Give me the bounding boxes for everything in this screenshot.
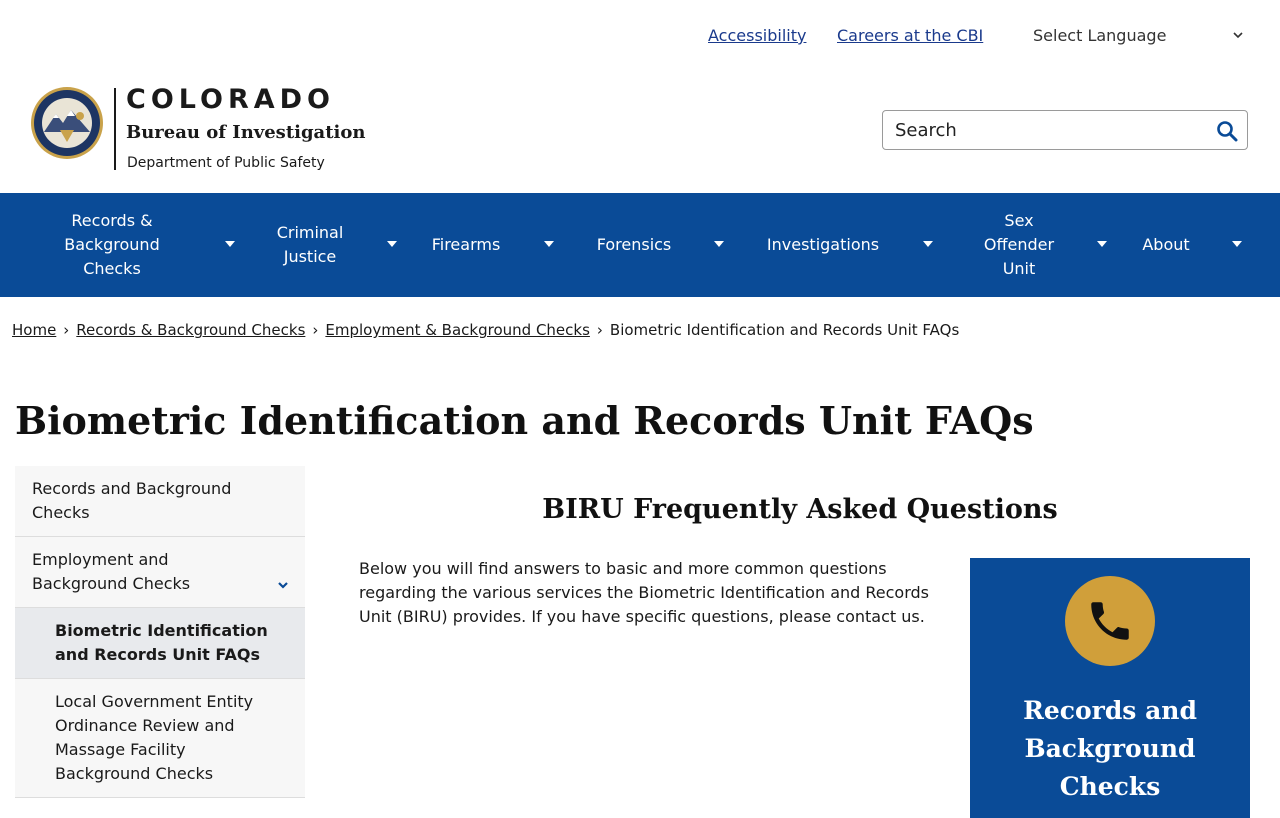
sidenav-item-label: Biometric Identification and Records Uni… <box>55 621 268 664</box>
caret-down-icon[interactable] <box>1232 241 1242 247</box>
search-icon[interactable] <box>1215 119 1239 143</box>
caret-down-icon[interactable] <box>714 241 724 247</box>
card-title: Records and Background Checks <box>1023 696 1197 801</box>
phone-icon <box>1091 602 1129 640</box>
search-input[interactable] <box>895 117 1195 143</box>
side-nav: Records and Background Checks Employment… <box>15 466 305 798</box>
sidenav-item-label: Employment and Background Checks <box>32 550 191 593</box>
breadcrumb: Home › Records & Background Checks › Employm… <box>12 321 959 339</box>
breadcrumb-home-link[interactable]: Home <box>12 321 56 339</box>
sidenav-item-biru-faqs[interactable]: Biometric Identification and Records Uni… <box>15 608 305 679</box>
page-title: Biometric Identification and Records Uni… <box>15 398 1034 443</box>
nav-item-investigations[interactable]: Investigations <box>762 193 884 297</box>
nav-item-sex-offender-unit[interactable]: Sex Offender Unit <box>977 193 1061 297</box>
breadcrumb-separator: › <box>63 321 70 339</box>
sidenav-item-label: Local Government Entity Ordinance Review… <box>55 692 254 783</box>
breadcrumb-employment-link[interactable]: Employment & Background Checks <box>325 321 590 339</box>
nav-item-firearms[interactable]: Firearms <box>426 193 506 297</box>
section-title: BIRU Frequently Asked Questions <box>542 494 1058 525</box>
card-icon-circle <box>1065 576 1155 666</box>
language-select[interactable]: Select Language <box>1033 26 1251 45</box>
logo-divider <box>114 88 116 170</box>
cbi-seal-icon <box>31 87 103 159</box>
caret-down-icon[interactable] <box>225 241 235 247</box>
main-nav: Records & Background Checks Criminal Jus… <box>0 193 1280 297</box>
caret-down-icon[interactable] <box>387 241 397 247</box>
caret-down-icon[interactable] <box>1097 241 1107 247</box>
nav-item-about[interactable]: About <box>1138 193 1194 297</box>
breadcrumb-separator: › <box>596 321 603 339</box>
sidenav-item-local-government[interactable]: Local Government Entity Ordinance Review… <box>15 679 305 798</box>
sidenav-item-label: Records and Background Checks <box>32 479 232 522</box>
breadcrumb-current: Biometric Identification and Records Uni… <box>609 321 960 339</box>
chevron-down-icon[interactable] <box>277 579 289 591</box>
language-select-label: Select Language <box>1033 26 1167 45</box>
caret-down-icon[interactable] <box>544 241 554 247</box>
nav-item-label: Forensics <box>596 235 672 254</box>
nav-item-label: Sex Offender Unit <box>983 211 1055 278</box>
site-search <box>882 110 1248 150</box>
logo-state-text: COLORADO <box>126 84 336 115</box>
breadcrumb-separator: › <box>312 321 319 339</box>
nav-item-label: Firearms <box>431 235 501 254</box>
caret-down-icon[interactable] <box>923 241 933 247</box>
logo-department-text: Department of Public Safety <box>127 155 325 171</box>
accessibility-link[interactable]: Accessibility <box>708 26 806 45</box>
intro-text: Below you will find answers to basic and… <box>359 559 929 626</box>
nav-item-forensics[interactable]: Forensics <box>590 193 678 297</box>
nav-item-label: Investigations <box>766 235 880 254</box>
breadcrumb-records-link[interactable]: Records & Background Checks <box>76 321 305 339</box>
nav-item-label: Criminal Justice <box>276 223 344 266</box>
nav-item-records[interactable]: Records & Background Checks <box>56 193 168 297</box>
chevron-down-icon <box>1233 32 1243 39</box>
utility-bar: Accessibility Careers at the CBI Select … <box>0 26 1280 50</box>
logo-agency-text: Bureau of Investigation <box>126 122 366 143</box>
records-card[interactable]: Records and Background Checks <box>970 558 1250 818</box>
site-logo[interactable]: COLORADO Bureau of Investigation Departm… <box>30 84 370 176</box>
sidenav-item-records[interactable]: Records and Background Checks <box>15 466 305 537</box>
nav-item-label: About <box>1142 235 1190 254</box>
sidenav-item-employment[interactable]: Employment and Background Checks <box>15 537 305 608</box>
nav-item-criminal-justice[interactable]: Criminal Justice <box>268 193 352 297</box>
nav-item-label: Records & Background Checks <box>64 211 160 278</box>
careers-link[interactable]: Careers at the CBI <box>837 26 983 45</box>
